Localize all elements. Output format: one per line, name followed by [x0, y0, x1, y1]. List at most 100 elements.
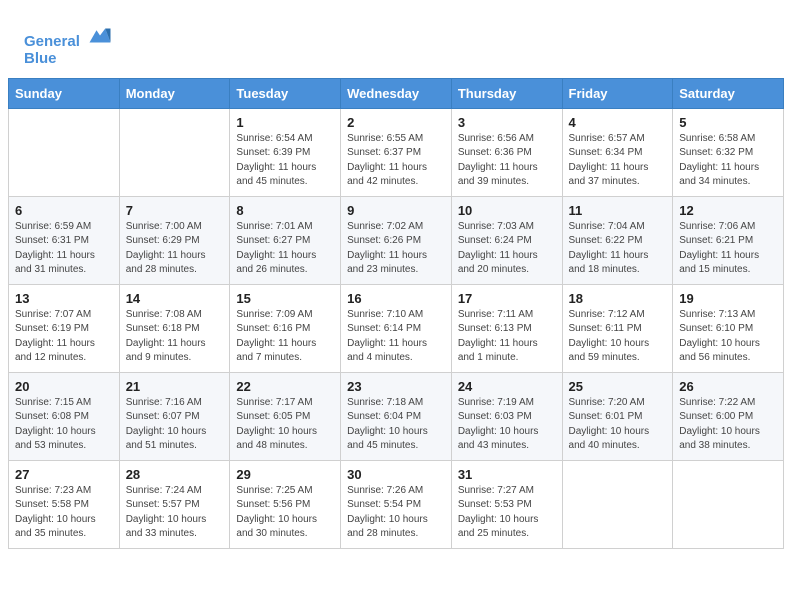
calendar-cell: 20Sunrise: 7:15 AM Sunset: 6:08 PM Dayli…	[9, 372, 120, 460]
day-number: 17	[458, 291, 556, 306]
day-info: Sunrise: 6:54 AM Sunset: 6:39 PM Dayligh…	[236, 132, 334, 190]
calendar-cell: 3 Sunrise: 6:56 AM Sunset: 6:36 PM Daylig…	[451, 108, 562, 196]
day-number: 2	[347, 115, 445, 130]
day-number: 15	[236, 291, 334, 306]
calendar-cell: 23 Sunrise: 7:18 AM Sunset: 6:04 PM Dayli…	[341, 372, 452, 460]
day-info: Sunrise: 7:19 AM Sunset: 6:03 PM Dayligh…	[458, 396, 556, 454]
calendar-cell: 17 Sunrise: 7:11 AM Sunset: 6:13 PM Dayli…	[451, 284, 562, 372]
day-number: 22	[236, 379, 334, 394]
calendar-cell: 26 Sunrise: 7:22 AM Sunset: 6:00 PM Dayli…	[673, 372, 784, 460]
day-info: Sunrise: 7:25 AM Sunset: 5:56 PM Dayligh…	[236, 484, 334, 542]
calendar-cell: 6 Sunrise: 6:59 AM Sunset: 6:31 PM Daylig…	[9, 196, 120, 284]
day-info: Sunrise: 6:59 AM Sunset: 6:31 PM Dayligh…	[15, 220, 113, 278]
day-info: Sunrise: 7:04 AM Sunset: 6:22 PM Dayligh…	[569, 220, 667, 278]
day-number: 11	[569, 203, 667, 218]
day-info: Sunrise: 7:18 AM Sunset: 6:04 PM Dayligh…	[347, 396, 445, 454]
calendar-header-row: SundayMondayTuesdayWednesdayThursdayFrid…	[9, 78, 784, 108]
day-number: 21	[126, 379, 224, 394]
calendar-cell	[562, 460, 673, 548]
day-number: 1	[236, 115, 334, 130]
calendar-cell	[673, 460, 784, 548]
day-header-sunday: Sunday	[9, 78, 120, 108]
day-info: Sunrise: 7:11 AM Sunset: 6:13 PM Dayligh…	[458, 308, 556, 366]
page-container: General Blue SundayMondayTuesdayWednesda…	[0, 0, 792, 557]
day-number: 8	[236, 203, 334, 218]
day-info: Sunrise: 7:20 AM Sunset: 6:01 PM Dayligh…	[569, 396, 667, 454]
day-info: Sunrise: 6:56 AM Sunset: 6:36 PM Dayligh…	[458, 132, 556, 190]
logo-general: General	[24, 33, 80, 50]
day-number: 28	[126, 467, 224, 482]
calendar-week-row: 20Sunrise: 7:15 AM Sunset: 6:08 PM Dayli…	[9, 372, 784, 460]
calendar-cell: 21 Sunrise: 7:16 AM Sunset: 6:07 PM Dayli…	[119, 372, 230, 460]
calendar-cell: 16 Sunrise: 7:10 AM Sunset: 6:14 PM Dayli…	[341, 284, 452, 372]
day-number: 23	[347, 379, 445, 394]
day-info: Sunrise: 7:16 AM Sunset: 6:07 PM Dayligh…	[126, 396, 224, 454]
day-number: 31	[458, 467, 556, 482]
calendar-cell: 12 Sunrise: 7:06 AM Sunset: 6:21 PM Dayli…	[673, 196, 784, 284]
logo: General Blue	[24, 18, 114, 68]
day-number: 13	[15, 291, 113, 306]
calendar-cell: 25 Sunrise: 7:20 AM Sunset: 6:01 PM Dayli…	[562, 372, 673, 460]
day-header-friday: Friday	[562, 78, 673, 108]
calendar-cell	[9, 108, 120, 196]
day-number: 4	[569, 115, 667, 130]
day-number: 25	[569, 379, 667, 394]
day-number: 24	[458, 379, 556, 394]
calendar-cell: 11 Sunrise: 7:04 AM Sunset: 6:22 PM Dayli…	[562, 196, 673, 284]
calendar-cell: 27Sunrise: 7:23 AM Sunset: 5:58 PM Dayli…	[9, 460, 120, 548]
day-number: 26	[679, 379, 777, 394]
logo-blue: Blue	[24, 50, 114, 67]
day-number: 18	[569, 291, 667, 306]
day-info: Sunrise: 7:23 AM Sunset: 5:58 PM Dayligh…	[15, 484, 113, 542]
calendar-cell: 29Sunrise: 7:25 AM Sunset: 5:56 PM Dayli…	[230, 460, 341, 548]
calendar-cell: 7 Sunrise: 7:00 AM Sunset: 6:29 PM Daylig…	[119, 196, 230, 284]
day-number: 10	[458, 203, 556, 218]
day-info: Sunrise: 7:09 AM Sunset: 6:16 PM Dayligh…	[236, 308, 334, 366]
day-info: Sunrise: 7:17 AM Sunset: 6:05 PM Dayligh…	[236, 396, 334, 454]
day-number: 7	[126, 203, 224, 218]
day-info: Sunrise: 7:22 AM Sunset: 6:00 PM Dayligh…	[679, 396, 777, 454]
day-info: Sunrise: 7:00 AM Sunset: 6:29 PM Dayligh…	[126, 220, 224, 278]
day-info: Sunrise: 6:58 AM Sunset: 6:32 PM Dayligh…	[679, 132, 777, 190]
calendar-cell: 18 Sunrise: 7:12 AM Sunset: 6:11 PM Dayli…	[562, 284, 673, 372]
day-number: 3	[458, 115, 556, 130]
day-info: Sunrise: 7:13 AM Sunset: 6:10 PM Dayligh…	[679, 308, 777, 366]
day-info: Sunrise: 7:01 AM Sunset: 6:27 PM Dayligh…	[236, 220, 334, 278]
calendar-week-row: 13 Sunrise: 7:07 AM Sunset: 6:19 PM Dayli…	[9, 284, 784, 372]
day-info: Sunrise: 7:27 AM Sunset: 5:53 PM Dayligh…	[458, 484, 556, 542]
day-number: 12	[679, 203, 777, 218]
calendar-cell: 5 Sunrise: 6:58 AM Sunset: 6:32 PM Daylig…	[673, 108, 784, 196]
day-info: Sunrise: 7:10 AM Sunset: 6:14 PM Dayligh…	[347, 308, 445, 366]
day-info: Sunrise: 7:07 AM Sunset: 6:19 PM Dayligh…	[15, 308, 113, 366]
calendar-week-row: 1 Sunrise: 6:54 AM Sunset: 6:39 PM Daylig…	[9, 108, 784, 196]
day-info: Sunrise: 7:06 AM Sunset: 6:21 PM Dayligh…	[679, 220, 777, 278]
day-number: 16	[347, 291, 445, 306]
calendar-cell: 2Sunrise: 6:55 AM Sunset: 6:37 PM Daylig…	[341, 108, 452, 196]
calendar-cell: 13 Sunrise: 7:07 AM Sunset: 6:19 PM Dayli…	[9, 284, 120, 372]
day-info: Sunrise: 7:12 AM Sunset: 6:11 PM Dayligh…	[569, 308, 667, 366]
calendar-cell: 14Sunrise: 7:08 AM Sunset: 6:18 PM Dayli…	[119, 284, 230, 372]
calendar-cell: 31 Sunrise: 7:27 AM Sunset: 5:53 PM Dayli…	[451, 460, 562, 548]
day-info: Sunrise: 7:26 AM Sunset: 5:54 PM Dayligh…	[347, 484, 445, 542]
calendar-week-row: 27Sunrise: 7:23 AM Sunset: 5:58 PM Dayli…	[9, 460, 784, 548]
calendar-table: SundayMondayTuesdayWednesdayThursdayFrid…	[8, 78, 784, 549]
day-number: 20	[15, 379, 113, 394]
calendar-cell: 8 Sunrise: 7:01 AM Sunset: 6:27 PM Daylig…	[230, 196, 341, 284]
calendar-cell: 28Sunrise: 7:24 AM Sunset: 5:57 PM Dayli…	[119, 460, 230, 548]
day-number: 5	[679, 115, 777, 130]
day-number: 30	[347, 467, 445, 482]
calendar-cell: 10Sunrise: 7:03 AM Sunset: 6:24 PM Dayli…	[451, 196, 562, 284]
day-number: 6	[15, 203, 113, 218]
calendar-cell: 4 Sunrise: 6:57 AM Sunset: 6:34 PM Daylig…	[562, 108, 673, 196]
header: General Blue	[0, 0, 792, 78]
calendar-cell: 9Sunrise: 7:02 AM Sunset: 6:26 PM Daylig…	[341, 196, 452, 284]
day-header-monday: Monday	[119, 78, 230, 108]
calendar-wrapper: SundayMondayTuesdayWednesdayThursdayFrid…	[0, 78, 792, 557]
calendar-cell: 19Sunrise: 7:13 AM Sunset: 6:10 PM Dayli…	[673, 284, 784, 372]
day-number: 14	[126, 291, 224, 306]
logo-text: General	[24, 18, 114, 50]
calendar-cell: 1 Sunrise: 6:54 AM Sunset: 6:39 PM Daylig…	[230, 108, 341, 196]
calendar-cell: 15 Sunrise: 7:09 AM Sunset: 6:16 PM Dayli…	[230, 284, 341, 372]
day-number: 9	[347, 203, 445, 218]
day-info: Sunrise: 6:57 AM Sunset: 6:34 PM Dayligh…	[569, 132, 667, 190]
